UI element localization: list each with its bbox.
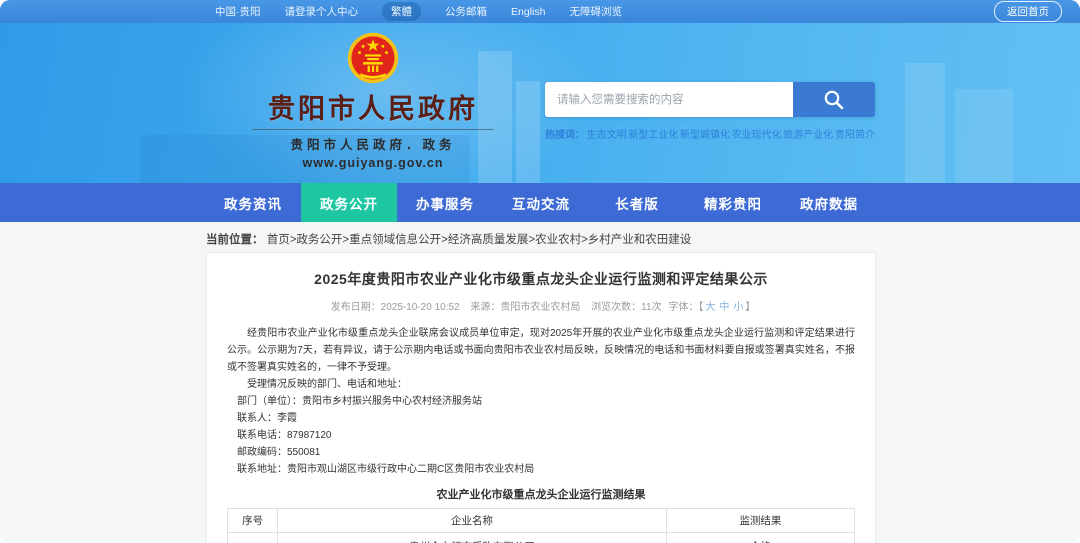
font-size-large[interactable]: 大 [705, 302, 715, 313]
national-emblem-icon [347, 32, 399, 84]
table-header-row: 序号 企业名称 监测结果 [226, 508, 856, 533]
font-size-small[interactable]: 小 [733, 302, 743, 313]
nav-tab-zhengwu-zixun[interactable]: 政务资讯 [205, 183, 301, 222]
main-nav: 政务资讯 政务公开 办事服务 互动交流 长者版 精彩贵阳 政府数据 [0, 183, 1080, 222]
search-block: 热搜词： 生态文明 新型工业化 新型城镇化 农业现代化 旅游产业化 贵阳简介 [545, 82, 875, 141]
hot-search-row: 热搜词： 生态文明 新型工业化 新型城镇化 农业现代化 旅游产业化 贵阳简介 [545, 126, 875, 141]
article-paragraph: 受理情况反映的部门、电话和地址： [247, 379, 407, 390]
topbar-link-english[interactable]: English [511, 6, 545, 18]
contact-postcode: 邮政编码：550081 [237, 447, 321, 458]
search-button[interactable] [793, 82, 875, 117]
contact-person: 联系人：李霞 [237, 413, 297, 424]
hot-word-guiyang-intro[interactable]: 贵阳简介 [835, 126, 875, 141]
search-bar [545, 82, 875, 117]
row-index: 1 [226, 532, 279, 543]
nav-tab-banshi-fuwu[interactable]: 办事服务 [397, 183, 493, 222]
result-table-caption: 农业产业化市级重点龙头企业运行监测结果 [436, 489, 646, 501]
topbar-link-accessibility[interactable]: 无障碍浏览 [569, 4, 622, 19]
hot-word-urbanization[interactable]: 新型城镇化 [680, 126, 730, 141]
col-header-company: 企业名称 [277, 508, 667, 533]
site-banner: 贵阳市人民政府 贵阳市人民政府．政务 www.guiyang.gov.cn 热搜… [0, 23, 1080, 183]
monitoring-result-table: 序号 企业名称 监测结果 1 贵州合力超市采购有限公司 合格 2 贵州友禾种业有… [226, 508, 856, 543]
font-size-label: 字体：【 [668, 302, 704, 313]
col-header-index: 序号 [226, 508, 279, 533]
monitor-result: 合格 [665, 532, 856, 543]
article-paragraph: 经贵阳市农业产业化市级重点龙头企业联席会议成员单位审定，现对2025年开展的农业… [227, 328, 855, 373]
search-input[interactable] [545, 82, 793, 117]
contact-address: 联系地址：贵阳市观山湖区市级行政中心二期C区贵阳市农业农村局 [237, 464, 535, 475]
site-title: 贵阳市人民政府 [268, 94, 478, 124]
company-name: 贵州合力超市采购有限公司 [277, 532, 667, 543]
topbar-link-official-mail[interactable]: 公务邮箱 [445, 4, 487, 19]
publish-date: 发布日期：2025-10-20 10:52 [330, 302, 460, 313]
top-utility-bar: 中国·贵阳 请登录个人中心 繁體 公务邮箱 English 无障碍浏览 返回首页 [0, 0, 1080, 23]
topbar-link-china-guiyang[interactable]: 中国·贵阳 [215, 4, 261, 19]
hot-word-ecology[interactable]: 生态文明 [587, 126, 627, 141]
nav-tab-government-data[interactable]: 政府数据 [781, 183, 877, 222]
hot-word-tourism[interactable]: 旅游产业化 [783, 126, 833, 141]
hot-search-label: 热搜词： [545, 130, 585, 141]
site-subtitle: 贵阳市人民政府．政务 [290, 138, 456, 152]
topbar-link-login-personal-center[interactable]: 请登录个人中心 [285, 4, 359, 19]
return-home-button[interactable]: 返回首页 [994, 1, 1062, 22]
article-source: 来源：贵阳市农业农村局 [470, 302, 581, 313]
contact-phone: 联系电话：87987120 [237, 430, 332, 441]
breadcrumb-label: 当前位置： [206, 234, 264, 246]
article-card: 2025年度贵阳市农业产业化市级重点龙头企业运行监测和评定结果公示 发布日期：2… [206, 252, 876, 543]
nav-tab-zhengwu-gongkai[interactable]: 政务公开 [301, 183, 397, 222]
article-title: 2025年度贵阳市农业产业化市级重点龙头企业运行监测和评定结果公示 [314, 271, 768, 287]
site-title-divider [252, 129, 494, 130]
topbar-links: 中国·贵阳 请登录个人中心 繁體 公务邮箱 English 无障碍浏览 [215, 2, 622, 21]
skyline-building [905, 63, 945, 183]
article-body: 经贵阳市农业产业化市级重点龙头企业联席会议成员单位审定，现对2025年开展的农业… [227, 325, 855, 478]
contact-department: 部门（单位）：贵阳市乡村振兴服务中心农村经济服务站 [237, 396, 482, 407]
nav-tab-hudong-jiaoliu[interactable]: 互动交流 [493, 183, 589, 222]
search-icon [824, 90, 844, 109]
nav-tab-elder-version[interactable]: 长者版 [589, 183, 685, 222]
topbar-link-traditional-chinese[interactable]: 繁體 [382, 2, 421, 21]
breadcrumb: 当前位置： 首页>政务公开>重点领域信息公开>经济高质量发展>农业农村>乡村产业… [206, 231, 691, 247]
font-size-medium[interactable]: 中 [719, 302, 729, 313]
skyline-building [955, 89, 1013, 183]
site-url: www.guiyang.gov.cn [302, 156, 444, 170]
font-size-label-close: 】 [745, 302, 756, 313]
content-area: 当前位置： 首页>政务公开>重点领域信息公开>经济高质量发展>农业农村>乡村产业… [0, 222, 1080, 543]
view-count: 浏览次数：11次 [591, 302, 662, 313]
hot-word-agriculture[interactable]: 农业现代化 [732, 126, 782, 141]
article-meta: 发布日期：2025-10-20 10:52 来源：贵阳市农业农村局 浏览次数：1… [227, 298, 855, 313]
site-logo-block[interactable]: 贵阳市人民政府 贵阳市人民政府．政务 www.guiyang.gov.cn [208, 31, 538, 170]
hot-word-industrialization[interactable]: 新型工业化 [628, 126, 678, 141]
nav-tab-jingcai-guiyang[interactable]: 精彩贵阳 [685, 183, 781, 222]
col-header-result: 监测结果 [665, 508, 856, 533]
breadcrumb-path[interactable]: 首页>政务公开>重点领域信息公开>经济高质量发展>农业农村>乡村产业和农田建设 [267, 234, 692, 246]
browser-page: 中国·贵阳 请登录个人中心 繁體 公务邮箱 English 无障碍浏览 返回首页 [0, 0, 1080, 543]
table-row: 1 贵州合力超市采购有限公司 合格 [226, 532, 856, 543]
